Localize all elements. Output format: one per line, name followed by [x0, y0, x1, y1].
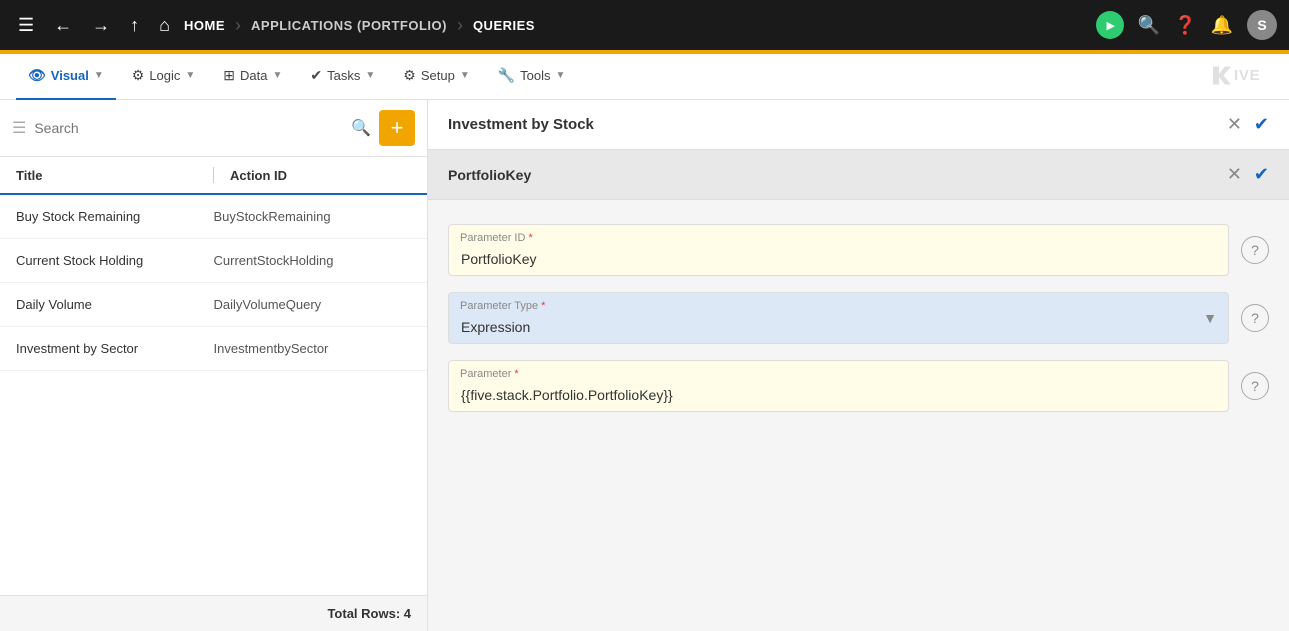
notification-icon[interactable]: 🔔	[1211, 15, 1233, 36]
param-value-field: Parameter *	[448, 360, 1229, 412]
row-title: Daily Volume	[16, 297, 214, 312]
avatar[interactable]: S	[1247, 10, 1277, 40]
form-area: Parameter ID * ? Parameter Type * Expres…	[428, 200, 1289, 631]
topbar: ☰ ← → ↑ ⌂ HOME › APPLICATIONS (PORTFOLIO…	[0, 0, 1289, 50]
total-rows-label: Total Rows: 4	[327, 606, 411, 621]
logic-icon: ⚙	[132, 67, 145, 84]
chevron-down-icon: ▼	[94, 70, 104, 81]
nav-item-setup[interactable]: ⚙ Setup ▼	[391, 54, 481, 100]
breadcrumb-home[interactable]: HOME	[184, 18, 225, 33]
up-icon[interactable]: ↑	[124, 11, 145, 40]
param-value-help-icon[interactable]: ?	[1241, 372, 1269, 400]
add-button[interactable]: +	[379, 110, 415, 146]
forward-icon[interactable]: →	[86, 11, 116, 40]
table-row[interactable]: Investment by Sector InvestmentbySector	[0, 327, 427, 371]
nav-item-tools[interactable]: 🔧 Tools ▼	[486, 54, 578, 100]
table-row[interactable]: Current Stock Holding CurrentStockHoldin…	[0, 239, 427, 283]
row-action: BuyStockRemaining	[214, 209, 412, 224]
nav-label-tools: Tools	[520, 68, 550, 83]
svg-text:IVE: IVE	[1234, 67, 1260, 84]
nav-label-visual: Visual	[51, 68, 89, 83]
main-close-icon[interactable]: ✕	[1227, 114, 1242, 135]
chevron-down-icon: ▼	[185, 70, 195, 81]
param-value-row: Parameter * ?	[448, 360, 1269, 412]
sub-close-icon[interactable]: ✕	[1227, 164, 1242, 185]
search-topbar-icon[interactable]: 🔍	[1138, 15, 1160, 36]
param-id-field: Parameter ID *	[448, 224, 1229, 276]
data-icon: ⊞	[223, 67, 235, 84]
param-type-row: Parameter Type * Expression Value Sessio…	[448, 292, 1269, 344]
play-button[interactable]	[1096, 11, 1124, 39]
five-logo: IVE	[1213, 62, 1273, 92]
chevron-down-icon: ▼	[556, 70, 566, 81]
main-confirm-icon[interactable]: ✔	[1254, 114, 1269, 135]
breadcrumb-queries[interactable]: QUERIES	[473, 18, 535, 33]
row-title: Buy Stock Remaining	[16, 209, 214, 224]
row-title: Current Stock Holding	[16, 253, 214, 268]
setup-icon: ⚙	[403, 67, 416, 84]
nav-label-setup: Setup	[421, 68, 455, 83]
tools-icon: 🔧	[498, 67, 515, 84]
param-value-input[interactable]	[448, 360, 1229, 412]
table-header: Title Action ID	[0, 157, 427, 195]
col-title-header: Title	[16, 168, 197, 183]
nav-item-data[interactable]: ⊞ Data ▼	[211, 54, 294, 100]
home-icon[interactable]: ⌂	[153, 11, 176, 40]
main-panel-title: Investment by Stock	[448, 116, 1215, 133]
menu-icon[interactable]: ☰	[12, 11, 40, 40]
nav-item-logic[interactable]: ⚙ Logic ▼	[120, 54, 208, 100]
visual-icon: 👁	[28, 67, 46, 84]
chevron-down-icon: ▼	[273, 70, 283, 81]
chevron-down-icon: ▼	[460, 70, 470, 81]
table-body: Buy Stock Remaining BuyStockRemaining Cu…	[0, 195, 427, 595]
left-footer: Total Rows: 4	[0, 595, 427, 631]
back-icon[interactable]: ←	[48, 11, 78, 40]
col-action-header: Action ID	[230, 168, 411, 183]
row-action: DailyVolumeQuery	[214, 297, 412, 312]
search-icon[interactable]: 🔍	[351, 118, 371, 138]
column-divider	[213, 167, 214, 183]
table-row[interactable]: Daily Volume DailyVolumeQuery	[0, 283, 427, 327]
row-action: InvestmentbySector	[214, 341, 412, 356]
sub-panel-header: PortfolioKey ✕ ✔	[428, 150, 1289, 200]
chevron-down-icon: ▼	[365, 70, 375, 81]
main-content: ☰ 🔍 + Title Action ID Buy Stock Remainin…	[0, 100, 1289, 631]
param-id-help-icon[interactable]: ?	[1241, 236, 1269, 264]
search-bar: ☰ 🔍 +	[0, 100, 427, 157]
nav-item-visual[interactable]: 👁 Visual ▼	[16, 54, 116, 100]
breadcrumb-applications[interactable]: APPLICATIONS (PORTFOLIO)	[251, 18, 447, 33]
filter-icon: ☰	[12, 118, 26, 138]
param-id-row: Parameter ID * ?	[448, 224, 1269, 276]
tasks-icon: ✔	[310, 67, 322, 84]
main-panel-header: Investment by Stock ✕ ✔	[428, 100, 1289, 150]
param-id-input[interactable]	[448, 224, 1229, 276]
nav-label-tasks: Tasks	[327, 68, 360, 83]
table-row[interactable]: Buy Stock Remaining BuyStockRemaining	[0, 195, 427, 239]
row-title: Investment by Sector	[16, 341, 214, 356]
param-type-select[interactable]: Expression Value Session	[448, 292, 1229, 344]
nav-label-logic: Logic	[149, 68, 180, 83]
nav-label-data: Data	[240, 68, 267, 83]
search-input[interactable]	[34, 120, 343, 136]
left-panel: ☰ 🔍 + Title Action ID Buy Stock Remainin…	[0, 100, 428, 631]
right-panel: Investment by Stock ✕ ✔ PortfolioKey ✕ ✔…	[428, 100, 1289, 631]
sub-confirm-icon[interactable]: ✔	[1254, 164, 1269, 185]
navbar: 👁 Visual ▼ ⚙ Logic ▼ ⊞ Data ▼ ✔ Tasks ▼ …	[0, 54, 1289, 100]
help-icon[interactable]: ❓	[1174, 15, 1196, 36]
param-type-help-icon[interactable]: ?	[1241, 304, 1269, 332]
param-type-field: Parameter Type * Expression Value Sessio…	[448, 292, 1229, 344]
nav-item-tasks[interactable]: ✔ Tasks ▼	[298, 54, 387, 100]
sub-panel-title: PortfolioKey	[448, 167, 1215, 183]
row-action: CurrentStockHolding	[214, 253, 412, 268]
topbar-actions: 🔍 ❓ 🔔 S	[1096, 10, 1277, 40]
